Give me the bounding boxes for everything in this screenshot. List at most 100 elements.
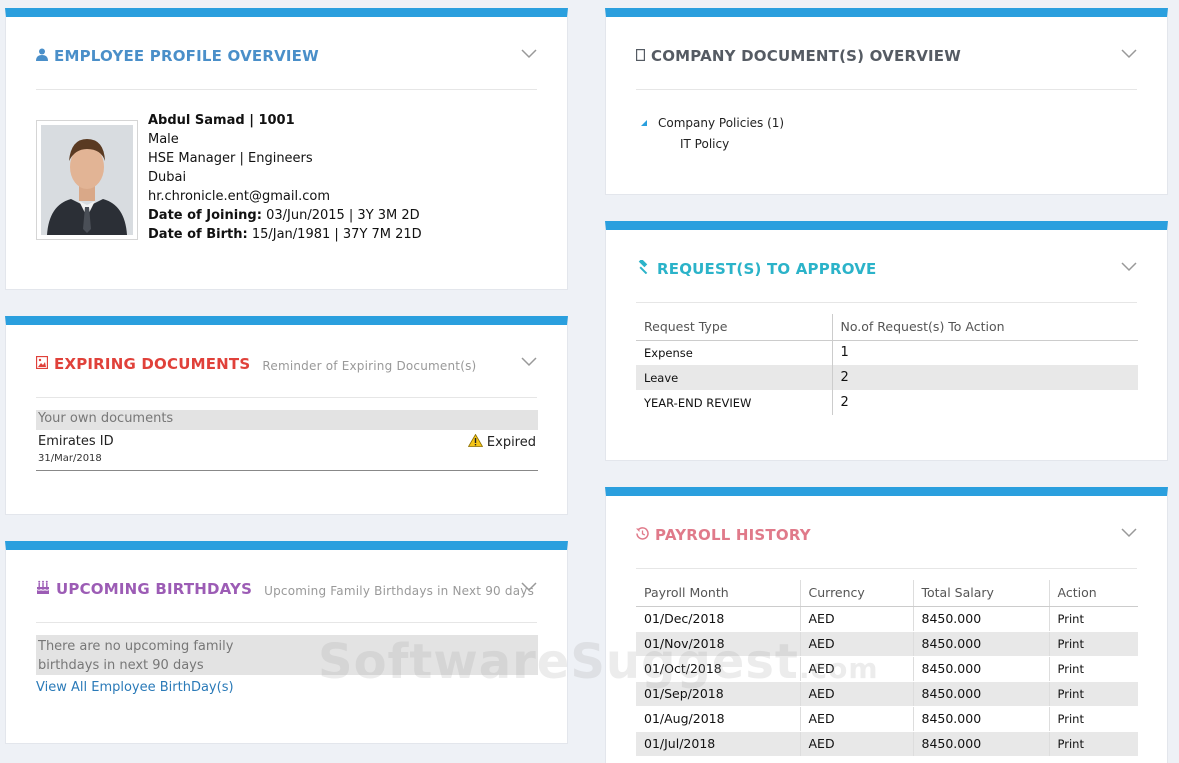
panel-header: UPCOMING BIRTHDAYS Upcoming Family Birth… <box>36 580 537 623</box>
doj-label: Date of Joining: <box>148 208 262 223</box>
salary-cell: 8450.000 <box>912 681 1049 707</box>
request-type-cell: Leave <box>636 365 832 390</box>
request-count-cell: 1 <box>831 340 1138 365</box>
panel-header: COMPANY DOCUMENT(S) OVERVIEW <box>636 47 1137 90</box>
cake-icon <box>36 580 50 598</box>
history-icon <box>636 526 649 544</box>
request-type-cell: Expense <box>644 345 693 360</box>
warning-icon <box>467 433 484 451</box>
table-row[interactable]: Expense 1 <box>636 340 1138 365</box>
no-birthdays-message: There are no upcoming family birthdays i… <box>36 635 538 675</box>
salary-cell: 8450.000 <box>912 731 1049 757</box>
document-row[interactable]: Emirates ID 31/Mar/2018 Expired <box>36 433 538 471</box>
document-tree: Company Policies (1) IT Policy <box>640 113 784 155</box>
print-link[interactable]: Print <box>1048 656 1138 682</box>
month-cell: 01/Dec/2018 <box>636 606 800 632</box>
panel-title: UPCOMING BIRTHDAYS Upcoming Family Birth… <box>36 580 534 598</box>
date-of-birth: Date of Birth: 15/Jan/1981 | 37Y 7M 21D <box>148 225 422 244</box>
employee-position: HSE Manager | Engineers <box>148 151 313 166</box>
table-header-row: Payroll Month Currency Total Salary Acti… <box>636 580 1138 607</box>
table-row: 01/Aug/2018 AED 8450.000 Print <box>636 706 1138 732</box>
employee-email: hr.chronicle.ent@gmail.com <box>148 189 330 204</box>
request-type-cell: YEAR-END REVIEW <box>644 395 752 410</box>
column-header-count: No.of Request(s) To Action <box>831 314 1138 341</box>
document-name: Emirates ID <box>38 434 114 449</box>
panel-title: PAYROLL HISTORY <box>636 526 811 544</box>
tree-folder[interactable]: Company Policies (1) <box>640 113 784 133</box>
payroll-table: Payroll Month Currency Total Salary Acti… <box>636 580 1138 757</box>
document-date: 31/Mar/2018 <box>38 453 102 464</box>
currency-cell: AED <box>799 656 913 682</box>
upcoming-birthdays-panel: UPCOMING BIRTHDAYS Upcoming Family Birth… <box>5 541 568 744</box>
panel-header: EMPLOYEE PROFILE OVERVIEW <box>36 47 537 90</box>
chevron-down-icon[interactable] <box>521 49 537 63</box>
employee-name: Abdul Samad | 1001 <box>148 113 295 128</box>
expiring-documents-panel: EXPIRING DOCUMENTS Reminder of Expiring … <box>5 316 568 515</box>
document-icon <box>636 47 646 65</box>
table-row[interactable]: YEAR-END REVIEW 2 <box>636 390 1138 415</box>
user-icon <box>36 47 48 65</box>
chevron-down-icon[interactable] <box>1121 528 1137 542</box>
column-header-month: Payroll Month <box>636 580 800 607</box>
table-row: 01/Sep/2018 AED 8450.000 Print <box>636 681 1138 707</box>
tree-document-item[interactable]: IT Policy <box>680 133 784 155</box>
requests-to-approve-panel: REQUEST(S) TO APPROVE Request Type No.of… <box>605 221 1168 461</box>
month-cell: 01/Jul/2018 <box>636 731 800 757</box>
currency-cell: AED <box>799 631 913 657</box>
panel-title: REQUEST(S) TO APPROVE <box>636 258 877 278</box>
column-header-action: Action <box>1048 580 1138 607</box>
company-docs-title-text: COMPANY DOCUMENT(S) OVERVIEW <box>651 47 961 65</box>
print-link[interactable]: Print <box>1048 706 1138 732</box>
month-cell: 01/Aug/2018 <box>636 706 800 732</box>
company-documents-panel: COMPANY DOCUMENT(S) OVERVIEW Company Pol… <box>605 8 1168 195</box>
request-count-cell: 2 <box>831 390 1138 415</box>
profile-title-text: EMPLOYEE PROFILE OVERVIEW <box>54 47 319 65</box>
column-header-salary: Total Salary <box>912 580 1049 607</box>
empty-line-1: There are no upcoming family <box>38 639 234 654</box>
employee-photo <box>36 120 138 240</box>
employee-gender: Male <box>148 132 179 147</box>
panel-title: EXPIRING DOCUMENTS Reminder of Expiring … <box>35 355 477 373</box>
salary-cell: 8450.000 <box>912 706 1049 732</box>
own-documents-header: Your own documents <box>36 410 538 430</box>
requests-title-text: REQUEST(S) TO APPROVE <box>657 260 877 278</box>
expiring-title-text: EXPIRING DOCUMENTS <box>54 355 251 373</box>
document-image-icon <box>35 355 49 373</box>
employee-profile-panel: EMPLOYEE PROFILE OVERVIEW Abdul Samad | … <box>5 8 568 290</box>
print-link[interactable]: Print <box>1048 606 1138 632</box>
date-of-joining: Date of Joining: 03/Jun/2015 | 3Y 3M 2D <box>148 206 422 225</box>
print-link[interactable]: Print <box>1048 681 1138 707</box>
salary-cell: 8450.000 <box>912 631 1049 657</box>
table-row: 01/Nov/2018 AED 8450.000 Print <box>636 631 1138 657</box>
chevron-down-icon[interactable] <box>521 357 537 371</box>
folder-label: Company Policies (1) <box>658 116 785 130</box>
table-row[interactable]: Leave 2 <box>636 365 1138 390</box>
birthdays-subtitle: Upcoming Family Birthdays in Next 90 day… <box>264 583 535 598</box>
column-header-request-type: Request Type <box>636 314 832 341</box>
dob-label: Date of Birth: <box>148 227 248 242</box>
month-cell: 01/Sep/2018 <box>636 681 800 707</box>
column-header-currency: Currency <box>799 580 913 607</box>
table-row: 01/Jul/2018 AED 8450.000 Print <box>636 731 1138 757</box>
chevron-down-icon[interactable] <box>521 582 537 596</box>
employee-location: Dubai <box>148 170 187 185</box>
view-all-birthdays-link[interactable]: View All Employee BirthDay(s) <box>36 680 234 695</box>
status-text: Expired <box>486 435 536 450</box>
requests-table: Request Type No.of Request(s) To Action … <box>636 314 1138 415</box>
chevron-down-icon[interactable] <box>1121 49 1137 63</box>
salary-cell: 8450.000 <box>912 656 1049 682</box>
expand-triangle-icon[interactable] <box>640 116 648 130</box>
expiring-subtitle: Reminder of Expiring Document(s) <box>262 358 477 373</box>
month-cell: 01/Nov/2018 <box>636 631 800 657</box>
panel-header: PAYROLL HISTORY <box>636 526 1137 569</box>
payroll-title-text: PAYROLL HISTORY <box>655 526 811 544</box>
print-link[interactable]: Print <box>1048 631 1138 657</box>
currency-cell: AED <box>799 681 913 707</box>
request-count-cell: 2 <box>831 365 1138 390</box>
print-link[interactable]: Print <box>1048 731 1138 757</box>
gavel-icon <box>636 258 651 278</box>
month-cell: 01/Oct/2018 <box>636 656 800 682</box>
employee-info: Abdul Samad | 1001 Male HSE Manager | En… <box>148 111 422 244</box>
chevron-down-icon[interactable] <box>1121 262 1137 276</box>
salary-cell: 8450.000 <box>912 606 1049 632</box>
